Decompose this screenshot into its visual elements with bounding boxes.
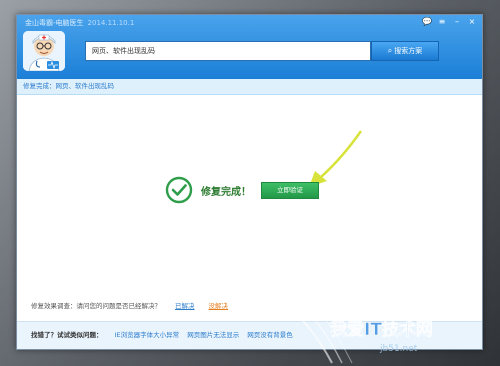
doctor-avatar <box>23 31 65 71</box>
footer-label: 找错了？试试类似问题： <box>31 331 103 339</box>
related-question-link[interactable]: 网页没有背景色 <box>247 331 293 339</box>
search-icon: ⌕ <box>387 46 393 55</box>
close-icon[interactable]: × <box>466 17 478 27</box>
header-bar: 金山毒霸-电脑医生 2014.11.10.1 💬 ≡ – × 网页、软件出现乱码… <box>17 15 482 79</box>
related-question-link[interactable]: IE浏览器字体大小异常 <box>115 331 180 339</box>
survey-prompt: 修复效果调查：请问您的问题是否已经解决？ <box>31 302 161 310</box>
search-input[interactable]: 网页、软件出现乱码 <box>85 41 371 61</box>
unsolved-link[interactable]: 没解决 <box>209 302 229 310</box>
repair-complete-title: 修复完成！ <box>201 186 251 198</box>
feedback-icon[interactable]: 💬 <box>421 17 433 27</box>
app-window: 金山毒霸-电脑医生 2014.11.10.1 💬 ≡ – × 网页、软件出现乱码… <box>16 14 483 350</box>
window-controls: 💬 ≡ – × <box>421 17 478 27</box>
doctor-icon <box>23 31 65 71</box>
solved-link[interactable]: 已解决 <box>175 302 195 310</box>
status-bar: 修复完成：网页、软件出现乱码 <box>17 79 482 95</box>
related-question-link[interactable]: 网页图片无法显示 <box>187 331 239 339</box>
footer: 找错了？试试类似问题： IE浏览器字体大小异常 网页图片无法显示 网页没有背景色 <box>17 321 482 349</box>
app-name: 金山毒霸-电脑医生 <box>25 19 84 27</box>
check-circle-icon <box>165 176 193 204</box>
verify-now-button[interactable]: 立即验证 <box>261 182 319 199</box>
search-button-label: 搜索方案 <box>394 47 423 55</box>
window-title: 金山毒霸-电脑医生 2014.11.10.1 <box>25 18 134 28</box>
search-button[interactable]: ⌕ 搜索方案 <box>371 41 439 61</box>
repair-result: 修复完成！ <box>165 175 251 205</box>
survey: 修复效果调查：请问您的问题是否已经解决？ 已解决 没解决 <box>31 300 228 310</box>
minimize-icon[interactable]: – <box>451 17 463 27</box>
app-version: 2014.11.10.1 <box>87 19 135 27</box>
menu-icon[interactable]: ≡ <box>436 17 448 27</box>
